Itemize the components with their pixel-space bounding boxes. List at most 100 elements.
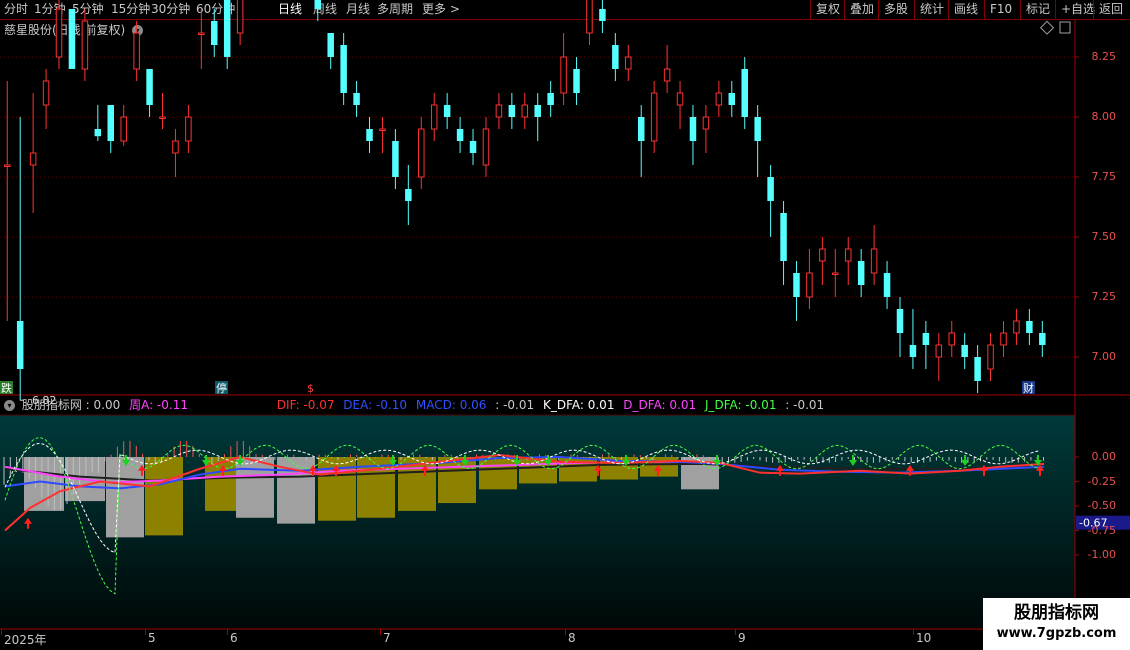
- indicator-tick: -0.50: [1087, 499, 1116, 512]
- candle-65: [844, 237, 852, 285]
- candle-24: [314, 0, 322, 21]
- candle-67: [870, 225, 878, 285]
- sep-value: : -0.01: [495, 398, 535, 412]
- candle-52: [676, 81, 684, 129]
- candle-63: [819, 237, 826, 285]
- candle-42: [547, 81, 554, 117]
- marker-m4: 财: [1022, 381, 1035, 395]
- last-value: : -0.01: [785, 398, 825, 412]
- svg-text:停: 停: [216, 381, 227, 395]
- indicator-tick: 0.00: [1091, 450, 1117, 463]
- indicator-value: : 0.00: [85, 398, 121, 412]
- candle-36: [469, 129, 477, 165]
- candle-45: [586, 0, 593, 45]
- candle-13: [172, 129, 179, 177]
- candle-74: [961, 333, 968, 369]
- candle-73: [948, 321, 955, 357]
- date-label: 10: [916, 631, 932, 645]
- indicator-name[interactable]: 股朋指标网: [22, 398, 82, 412]
- candle-48: [625, 45, 632, 81]
- candle-1: [16, 117, 24, 401]
- candle-49: [637, 105, 645, 177]
- candle-32: [418, 117, 425, 189]
- k-dfa-value: K_DFA: 0.01: [542, 398, 615, 412]
- candle-44: [573, 57, 580, 105]
- candle-79: [1026, 309, 1033, 345]
- candle-30: [392, 129, 399, 189]
- date-tick: [735, 629, 736, 635]
- candle-9: [120, 105, 127, 146]
- candle-51: [663, 45, 671, 93]
- candle-43: [560, 33, 567, 105]
- price-tick: 7.25: [1091, 290, 1117, 303]
- candle-8: [107, 105, 115, 153]
- marker-m1: 跌: [0, 381, 13, 395]
- watermark-url: www.7gpzb.com: [996, 626, 1117, 641]
- candle-56: [728, 81, 736, 117]
- date-label: 2025年: [4, 633, 47, 647]
- macd-block-10: [438, 457, 476, 504]
- candle-15: [198, 9, 205, 69]
- price-tick: 8.50: [1092, 0, 1117, 3]
- date-label: 7: [383, 631, 391, 645]
- candle-26: [340, 33, 347, 105]
- candle-17: [223, 0, 231, 69]
- candle-27: [353, 81, 360, 117]
- candle-70: [909, 309, 917, 369]
- svg-text:跌: 跌: [1, 381, 12, 395]
- macd-block-3: [145, 457, 183, 536]
- indicator-menu-icon[interactable]: ▾: [4, 400, 15, 411]
- candle-59: [767, 165, 774, 237]
- j-dfa-value: J_DFA: -0.01: [704, 398, 777, 412]
- date-label: 9: [738, 631, 746, 645]
- macd-value: MACD: 0.06: [415, 398, 487, 412]
- candle-50: [650, 81, 658, 153]
- candle-71: [922, 321, 930, 369]
- date-label: 6: [230, 631, 238, 645]
- candle-78: [1013, 309, 1020, 345]
- candle-60: [780, 201, 787, 285]
- dif-value: DIF: -0.07: [276, 398, 335, 412]
- candle-66: [857, 249, 865, 297]
- candle-55: [715, 81, 723, 117]
- candle-33: [430, 93, 438, 141]
- price-tick: 7.50: [1091, 230, 1117, 243]
- candle-28: [366, 117, 373, 153]
- candle-37: [482, 117, 490, 177]
- candle-0: [4, 81, 11, 321]
- candle-39: [508, 93, 516, 129]
- candle-77: [1000, 321, 1007, 357]
- candle-46: [599, 0, 606, 33]
- candle-76: [987, 333, 994, 381]
- candle-72: [935, 333, 943, 381]
- indicator-header: ▾ 股朋指标网 : 0.00 周A: -0.11 DIF: -0.07 DEA:…: [4, 397, 829, 413]
- candle-75: [974, 345, 981, 393]
- candle-34: [443, 93, 451, 129]
- candle-41: [534, 93, 541, 141]
- candle-80: [1039, 321, 1046, 357]
- svg-text:$: $: [307, 382, 314, 395]
- candle-54: [702, 105, 710, 153]
- candle-47: [612, 33, 619, 81]
- candle-40: [521, 93, 529, 129]
- candle-29: [379, 117, 386, 153]
- candle-58: [754, 105, 761, 177]
- candle-38: [495, 93, 503, 129]
- macd-block-5: [236, 457, 274, 518]
- candle-12: [159, 93, 166, 129]
- price-tick: 7.00: [1091, 350, 1117, 363]
- dea-value: DEA: -0.10: [343, 398, 408, 412]
- date-tick: [565, 629, 566, 635]
- candle-4: [55, 0, 63, 69]
- candle-31: [405, 165, 412, 225]
- candle-35: [456, 117, 464, 153]
- candle-57: [741, 57, 748, 129]
- candle-64: [832, 249, 839, 297]
- svg-text:财: 财: [1023, 381, 1034, 395]
- indicator-tick: -0.25: [1087, 474, 1116, 488]
- candle-11: [146, 69, 153, 117]
- price-pane: 9.636.82跌停$财: [0, 0, 1079, 407]
- indicator-tick: -1.00: [1087, 548, 1116, 561]
- candle-18: [236, 0, 244, 45]
- candle-61: [793, 261, 800, 321]
